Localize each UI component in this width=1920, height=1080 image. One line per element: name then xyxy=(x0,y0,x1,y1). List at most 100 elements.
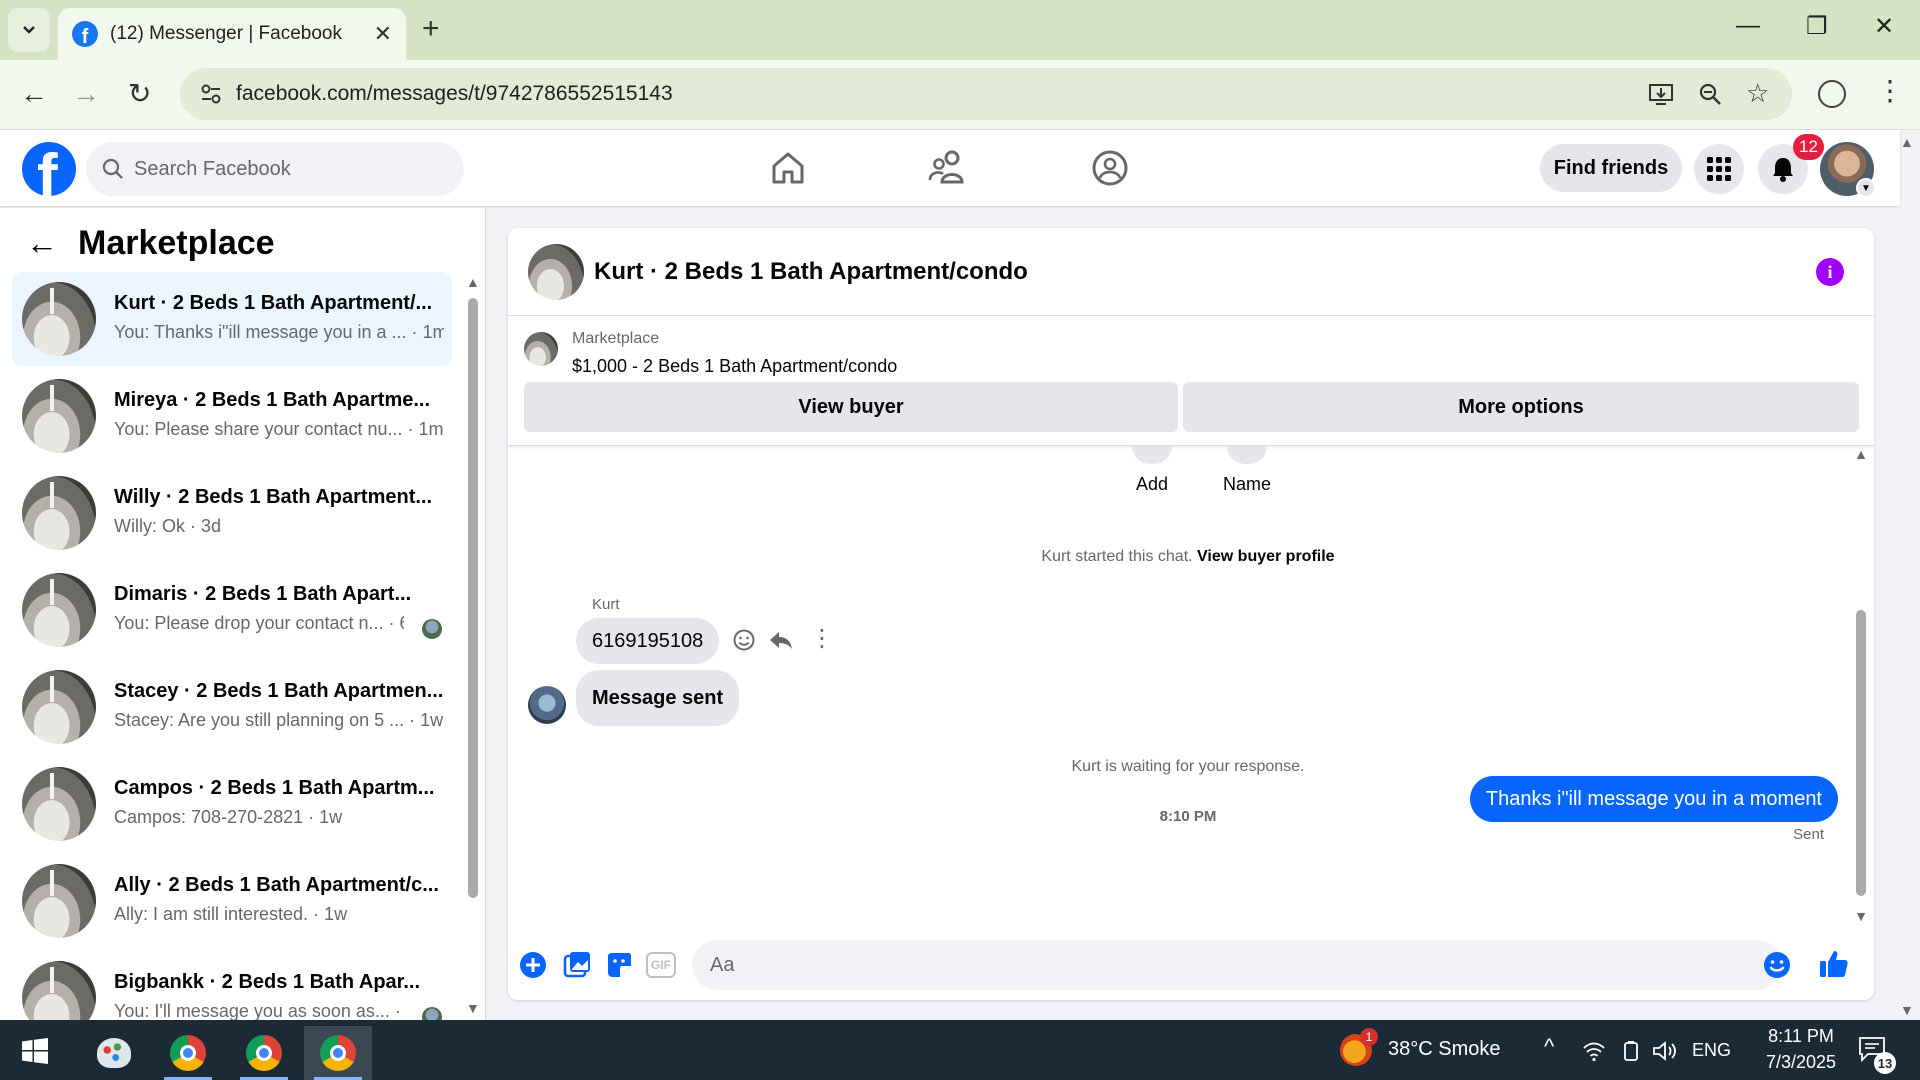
info-icon[interactable]: i xyxy=(1816,258,1844,286)
back-arrow-icon[interactable]: ← xyxy=(26,225,74,262)
conversation-preview: Stacey: Are you still planning on 5 ... … xyxy=(114,710,444,730)
groups-icon[interactable] xyxy=(1088,148,1132,188)
scroll-down-arrow[interactable]: ▼ xyxy=(466,1000,480,1016)
chat-scroll-down-arrow[interactable]: ▼ xyxy=(1854,908,1868,924)
browser-profile-icon[interactable] xyxy=(1818,80,1846,108)
quick-name-action[interactable]: Name xyxy=(1202,446,1292,495)
close-window-button[interactable]: ✕ xyxy=(1874,12,1894,41)
search-icon xyxy=(102,158,123,179)
view-buyer-button[interactable]: View buyer xyxy=(524,382,1178,432)
taskbar-app-paint[interactable] xyxy=(80,1026,148,1080)
conversation-list-scrollbar[interactable] xyxy=(468,298,478,898)
conversation-item[interactable]: Kurt · 2 Beds 1 Bath Apartment/... You: … xyxy=(12,272,452,366)
conversation-name: Mireya · 2 Beds 1 Bath Apartme... xyxy=(114,389,431,411)
restore-button[interactable]: ❐ xyxy=(1806,12,1828,41)
home-icon[interactable] xyxy=(766,148,810,188)
conversation-item[interactable]: Stacey · 2 Beds 1 Bath Apartmen... Stace… xyxy=(12,660,452,754)
sender-name: Kurt xyxy=(592,596,620,613)
browser-menu-icon[interactable]: ⋮ xyxy=(1876,76,1904,106)
conversation-name: Ally · 2 Beds 1 Bath Apartment/c... xyxy=(114,874,439,896)
minimize-button[interactable]: — xyxy=(1736,12,1760,40)
incoming-message[interactable]: 6169195108 xyxy=(576,618,720,664)
listing-avatar xyxy=(22,767,96,841)
find-friends-button[interactable]: Find friends xyxy=(1540,144,1682,192)
conversation-preview: Willy: Ok · 3d xyxy=(114,516,222,536)
more-options-button[interactable]: More options xyxy=(1183,382,1859,432)
conversation-name: Stacey · 2 Beds 1 Bath Apartmen... xyxy=(114,680,444,702)
tab-search-button[interactable] xyxy=(8,8,50,52)
waiting-note: Kurt is waiting for your response. xyxy=(1071,758,1305,775)
site-settings-icon[interactable] xyxy=(198,81,224,107)
tray-chevron-up-icon[interactable]: ^ xyxy=(1544,1034,1554,1060)
chat-avatar[interactable] xyxy=(528,244,584,300)
bookmark-star-icon[interactable]: ☆ xyxy=(1746,78,1769,109)
browser-tab-messenger[interactable]: f (12) Messenger | Facebook ✕ xyxy=(58,8,406,60)
scroll-up-arrow[interactable]: ▲ xyxy=(466,274,480,290)
wifi-icon[interactable] xyxy=(1582,1040,1606,1062)
taskbar-app-chrome-1[interactable] xyxy=(154,1026,222,1080)
zoom-icon[interactable] xyxy=(1698,82,1722,106)
taskbar-app-chrome-3[interactable] xyxy=(304,1026,372,1080)
page-scroll-up-arrow[interactable]: ▲ xyxy=(1900,134,1914,150)
message-more-icon[interactable]: ⋮ xyxy=(810,624,834,653)
battery-icon[interactable] xyxy=(1620,1040,1642,1062)
chat-started-note: Kurt started this chat. View buyer profi… xyxy=(508,548,1868,566)
incoming-message[interactable]: Message sent xyxy=(576,670,740,726)
listing-title[interactable]: $1,000 - 2 Beds 1 Bath Apartment/condo xyxy=(572,356,897,377)
conversation-item[interactable]: Willy · 2 Beds 1 Bath Apartment... Willy… xyxy=(12,466,452,560)
chat-panel: Kurt · 2 Beds 1 Bath Apartment/condo i M… xyxy=(508,228,1874,1000)
conversation-item[interactable]: Ally · 2 Beds 1 Bath Apartment/c... Ally… xyxy=(12,854,452,948)
conversation-item[interactable]: Mireya · 2 Beds 1 Bath Apartme... You: P… xyxy=(12,369,452,463)
forward-button[interactable]: → xyxy=(72,78,100,110)
windows-taskbar: 1 38°C Smoke ^ ENG 8:11 PM 7/3/2025 13 xyxy=(0,1020,1920,1080)
page-scroll-down-arrow[interactable]: ▼ xyxy=(1900,1002,1914,1018)
search-box[interactable] xyxy=(86,142,464,196)
chevron-down-icon xyxy=(23,26,35,34)
chat-scroll-up-arrow[interactable]: ▲ xyxy=(1854,446,1868,462)
taskbar-app-chrome-2[interactable] xyxy=(230,1026,298,1080)
quick-add-action[interactable]: Add xyxy=(1112,446,1192,495)
chat-title[interactable]: Kurt · 2 Beds 1 Bath Apartment/condo xyxy=(594,258,1028,286)
account-chevron-icon[interactable]: ▼ xyxy=(1856,178,1876,198)
message-input[interactable] xyxy=(692,940,1782,990)
install-app-icon[interactable] xyxy=(1648,82,1674,106)
conversation-item[interactable]: Campos · 2 Beds 1 Bath Apartm... Campos:… xyxy=(12,757,452,851)
sticker-icon[interactable] xyxy=(604,950,634,980)
view-buyer-profile-link[interactable]: View buyer profile xyxy=(1197,548,1335,565)
browser-tab-bar: f (12) Messenger | Facebook ✕ + — ❐ ✕ xyxy=(0,0,1920,60)
photo-icon[interactable] xyxy=(562,950,592,980)
chat-scrollbar[interactable] xyxy=(1856,610,1866,896)
friends-icon[interactable] xyxy=(926,148,970,188)
sender-avatar[interactable] xyxy=(528,686,566,724)
outgoing-message[interactable]: Thanks i"ill message you in a moment xyxy=(1469,776,1838,822)
clock-time[interactable]: 8:11 PM xyxy=(1756,1026,1846,1047)
plus-icon[interactable] xyxy=(518,950,548,980)
emoji-icon[interactable] xyxy=(1762,950,1792,980)
listing-thumbnail[interactable] xyxy=(524,332,558,366)
react-emoji-icon[interactable] xyxy=(732,628,756,652)
menu-button[interactable] xyxy=(1694,144,1744,194)
chrome-icon xyxy=(246,1035,282,1071)
back-button[interactable]: ← xyxy=(20,78,48,110)
conversation-preview: Ally: I am still interested. · 1w xyxy=(114,904,348,924)
facebook-logo-icon[interactable]: f xyxy=(22,142,76,196)
notification-badge: 12 xyxy=(1793,134,1824,160)
clock-date[interactable]: 7/3/2025 xyxy=(1746,1052,1856,1073)
search-input[interactable] xyxy=(134,157,434,181)
language-indicator[interactable]: ENG xyxy=(1692,1040,1731,1061)
windows-start-icon[interactable] xyxy=(22,1038,48,1064)
reply-icon[interactable] xyxy=(768,628,794,652)
address-bar[interactable]: facebook.com/messages/t/9742786552515143… xyxy=(180,68,1792,120)
gif-icon[interactable]: GIF xyxy=(646,952,676,978)
url-text[interactable]: facebook.com/messages/t/9742786552515143 xyxy=(236,82,673,106)
close-tab-icon[interactable]: ✕ xyxy=(374,21,392,47)
reload-button[interactable]: ↻ xyxy=(128,78,151,110)
new-tab-button[interactable]: + xyxy=(422,14,440,44)
name-icon xyxy=(1227,446,1267,464)
weather-text[interactable]: 38°C Smoke xyxy=(1388,1038,1501,1061)
volume-icon[interactable] xyxy=(1652,1040,1678,1062)
conversation-item[interactable]: Dimaris · 2 Beds 1 Bath Apart... You: Pl… xyxy=(12,563,452,657)
listing-avatar xyxy=(22,476,96,550)
conversation-item[interactable]: Bigbankk · 2 Beds 1 Bath Apar... You: I'… xyxy=(12,951,452,1020)
like-thumbs-up-icon[interactable] xyxy=(1818,948,1850,980)
